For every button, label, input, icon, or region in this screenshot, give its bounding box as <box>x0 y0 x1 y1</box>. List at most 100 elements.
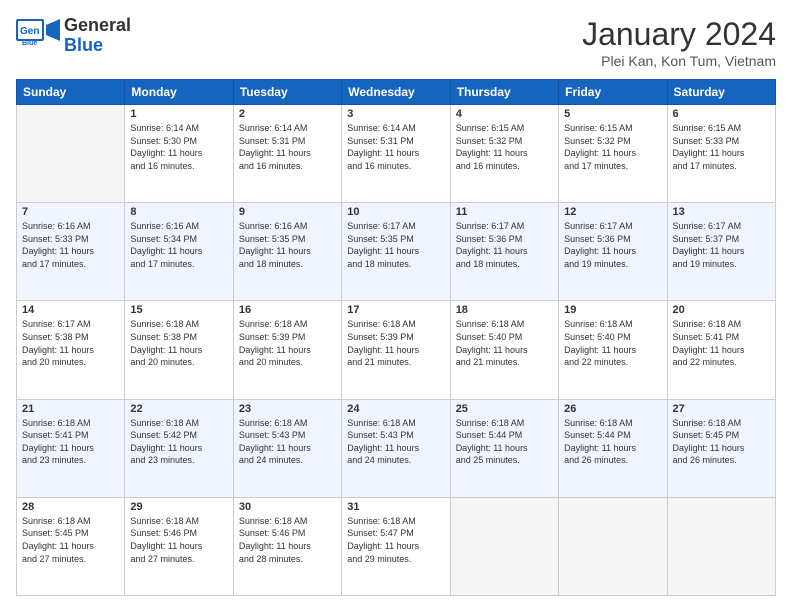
calendar-cell: 18Sunrise: 6:18 AMSunset: 5:40 PMDayligh… <box>450 301 558 399</box>
calendar-cell: 30 Sunrise: 6:18 AMSunset: 5:46 PMDayligh… <box>233 497 341 595</box>
col-friday: Friday <box>559 80 667 105</box>
day-number: 5 <box>564 108 661 120</box>
calendar-cell: 9 Sunrise: 6:16 AMSunset: 5:35 PMDaylight… <box>233 203 341 301</box>
day-number: 29 <box>130 501 227 513</box>
day-number: 30 <box>239 501 336 513</box>
logo-blue: Blue <box>64 36 103 56</box>
page: Gen Blue General Blue January 2024 Plei … <box>0 0 792 612</box>
logo-text-block: General Blue <box>64 16 131 56</box>
day-number: 23 <box>239 403 336 415</box>
calendar-week-row: 28 Sunrise: 6:18 AMSunset: 5:45 PMDayligh… <box>17 497 776 595</box>
calendar-cell: 24 Sunrise: 6:18 AMSunset: 5:43 PMDayligh… <box>342 399 450 497</box>
calendar-cell: 20 Sunrise: 6:18 AMSunset: 5:41 PMDayligh… <box>667 301 775 399</box>
day-number: 2 <box>239 108 336 120</box>
day-info: Sunrise: 6:15 AMSunset: 5:32 PMDaylight:… <box>564 122 661 172</box>
col-sunday: Sunday <box>17 80 125 105</box>
calendar-cell: 8Sunrise: 6:16 AMSunset: 5:34 PMDaylight… <box>125 203 233 301</box>
day-number: 20 <box>673 304 770 316</box>
calendar-cell <box>667 497 775 595</box>
col-wednesday: Wednesday <box>342 80 450 105</box>
day-info: Sunrise: 6:18 AMSunset: 5:43 PMDaylight:… <box>239 417 336 467</box>
calendar-cell: 28 Sunrise: 6:18 AMSunset: 5:45 PMDayligh… <box>17 497 125 595</box>
calendar-week-row: 7 Sunrise: 6:16 AMSunset: 5:33 PMDaylight… <box>17 203 776 301</box>
calendar-cell: 7 Sunrise: 6:16 AMSunset: 5:33 PMDaylight… <box>17 203 125 301</box>
calendar-cell: 14 Sunrise: 6:17 AMSunset: 5:38 PMDayligh… <box>17 301 125 399</box>
logo: Gen Blue General Blue <box>16 16 131 56</box>
day-number: 6 <box>673 108 770 120</box>
day-info: Sunrise: 6:18 AMSunset: 5:41 PMDaylight:… <box>22 417 119 467</box>
day-number: 1 <box>130 108 227 120</box>
calendar-cell: 11 Sunrise: 6:17 AMSunset: 5:36 PMDayligh… <box>450 203 558 301</box>
calendar-cell <box>17 105 125 203</box>
day-info: Sunrise: 6:18 AMSunset: 5:44 PMDaylight:… <box>564 417 661 467</box>
day-info: Sunrise: 6:15 AMSunset: 5:33 PMDaylight:… <box>673 122 770 172</box>
day-info: Sunrise: 6:17 AMSunset: 5:37 PMDaylight:… <box>673 220 770 270</box>
day-number: 13 <box>673 206 770 218</box>
calendar-cell: 31Sunrise: 6:18 AMSunset: 5:47 PMDayligh… <box>342 497 450 595</box>
day-number: 8 <box>130 206 227 218</box>
day-info: Sunrise: 6:16 AMSunset: 5:35 PMDaylight:… <box>239 220 336 270</box>
col-monday: Monday <box>125 80 233 105</box>
day-info: Sunrise: 6:15 AMSunset: 5:32 PMDaylight:… <box>456 122 553 172</box>
calendar-cell: 1 Sunrise: 6:14 AMSunset: 5:30 PMDaylight… <box>125 105 233 203</box>
day-info: Sunrise: 6:17 AMSunset: 5:36 PMDaylight:… <box>456 220 553 270</box>
day-number: 28 <box>22 501 119 513</box>
col-thursday: Thursday <box>450 80 558 105</box>
calendar-cell: 13 Sunrise: 6:17 AMSunset: 5:37 PMDayligh… <box>667 203 775 301</box>
day-info: Sunrise: 6:14 AMSunset: 5:30 PMDaylight:… <box>130 122 227 172</box>
calendar-cell: 12Sunrise: 6:17 AMSunset: 5:36 PMDayligh… <box>559 203 667 301</box>
day-info: Sunrise: 6:18 AMSunset: 5:44 PMDaylight:… <box>456 417 553 467</box>
day-info: Sunrise: 6:14 AMSunset: 5:31 PMDaylight:… <box>347 122 444 172</box>
day-info: Sunrise: 6:18 AMSunset: 5:39 PMDaylight:… <box>239 318 336 368</box>
day-number: 24 <box>347 403 444 415</box>
calendar-week-row: 21Sunrise: 6:18 AMSunset: 5:41 PMDayligh… <box>17 399 776 497</box>
calendar-cell: 5 Sunrise: 6:15 AMSunset: 5:32 PMDaylight… <box>559 105 667 203</box>
day-number: 11 <box>456 206 553 218</box>
calendar-table: Sunday Monday Tuesday Wednesday Thursday… <box>16 79 776 596</box>
calendar-cell: 4 Sunrise: 6:15 AMSunset: 5:32 PMDaylight… <box>450 105 558 203</box>
day-info: Sunrise: 6:17 AMSunset: 5:38 PMDaylight:… <box>22 318 119 368</box>
day-info: Sunrise: 6:18 AMSunset: 5:45 PMDaylight:… <box>22 515 119 565</box>
day-info: Sunrise: 6:17 AMSunset: 5:36 PMDaylight:… <box>564 220 661 270</box>
day-number: 27 <box>673 403 770 415</box>
calendar-cell: 29 Sunrise: 6:18 AMSunset: 5:46 PMDayligh… <box>125 497 233 595</box>
location: Plei Kan, Kon Tum, Vietnam <box>582 53 776 69</box>
day-info: Sunrise: 6:18 AMSunset: 5:46 PMDaylight:… <box>130 515 227 565</box>
day-number: 3 <box>347 108 444 120</box>
day-number: 10 <box>347 206 444 218</box>
month-year: January 2024 <box>582 16 776 53</box>
day-info: Sunrise: 6:18 AMSunset: 5:41 PMDaylight:… <box>673 318 770 368</box>
day-number: 7 <box>22 206 119 218</box>
day-number: 26 <box>564 403 661 415</box>
day-info: Sunrise: 6:18 AMSunset: 5:43 PMDaylight:… <box>347 417 444 467</box>
day-info: Sunrise: 6:16 AMSunset: 5:33 PMDaylight:… <box>22 220 119 270</box>
calendar-cell: 2 Sunrise: 6:14 AMSunset: 5:31 PMDaylight… <box>233 105 341 203</box>
header: Gen Blue General Blue January 2024 Plei … <box>16 16 776 69</box>
day-number: 9 <box>239 206 336 218</box>
svg-text:Blue: Blue <box>22 40 37 47</box>
svg-text:Gen: Gen <box>20 26 39 37</box>
day-info: Sunrise: 6:18 AMSunset: 5:38 PMDaylight:… <box>130 318 227 368</box>
calendar-cell: 10 Sunrise: 6:17 AMSunset: 5:35 PMDayligh… <box>342 203 450 301</box>
calendar-cell: 15Sunrise: 6:18 AMSunset: 5:38 PMDayligh… <box>125 301 233 399</box>
day-info: Sunrise: 6:18 AMSunset: 5:46 PMDaylight:… <box>239 515 336 565</box>
calendar-week-row: 14 Sunrise: 6:17 AMSunset: 5:38 PMDayligh… <box>17 301 776 399</box>
calendar-cell: 3 Sunrise: 6:14 AMSunset: 5:31 PMDaylight… <box>342 105 450 203</box>
day-info: Sunrise: 6:18 AMSunset: 5:45 PMDaylight:… <box>673 417 770 467</box>
calendar-cell <box>450 497 558 595</box>
day-number: 31 <box>347 501 444 513</box>
calendar-cell: 6 Sunrise: 6:15 AMSunset: 5:33 PMDaylight… <box>667 105 775 203</box>
logo-icon: Gen Blue <box>16 17 60 55</box>
calendar-week-row: 1 Sunrise: 6:14 AMSunset: 5:30 PMDaylight… <box>17 105 776 203</box>
day-number: 4 <box>456 108 553 120</box>
day-number: 25 <box>456 403 553 415</box>
col-saturday: Saturday <box>667 80 775 105</box>
day-info: Sunrise: 6:17 AMSunset: 5:35 PMDaylight:… <box>347 220 444 270</box>
calendar-cell: 27 Sunrise: 6:18 AMSunset: 5:45 PMDayligh… <box>667 399 775 497</box>
logo-general: General <box>64 16 131 36</box>
day-number: 14 <box>22 304 119 316</box>
day-info: Sunrise: 6:18 AMSunset: 5:39 PMDaylight:… <box>347 318 444 368</box>
calendar-cell: 17Sunrise: 6:18 AMSunset: 5:39 PMDayligh… <box>342 301 450 399</box>
day-number: 16 <box>239 304 336 316</box>
day-info: Sunrise: 6:14 AMSunset: 5:31 PMDaylight:… <box>239 122 336 172</box>
